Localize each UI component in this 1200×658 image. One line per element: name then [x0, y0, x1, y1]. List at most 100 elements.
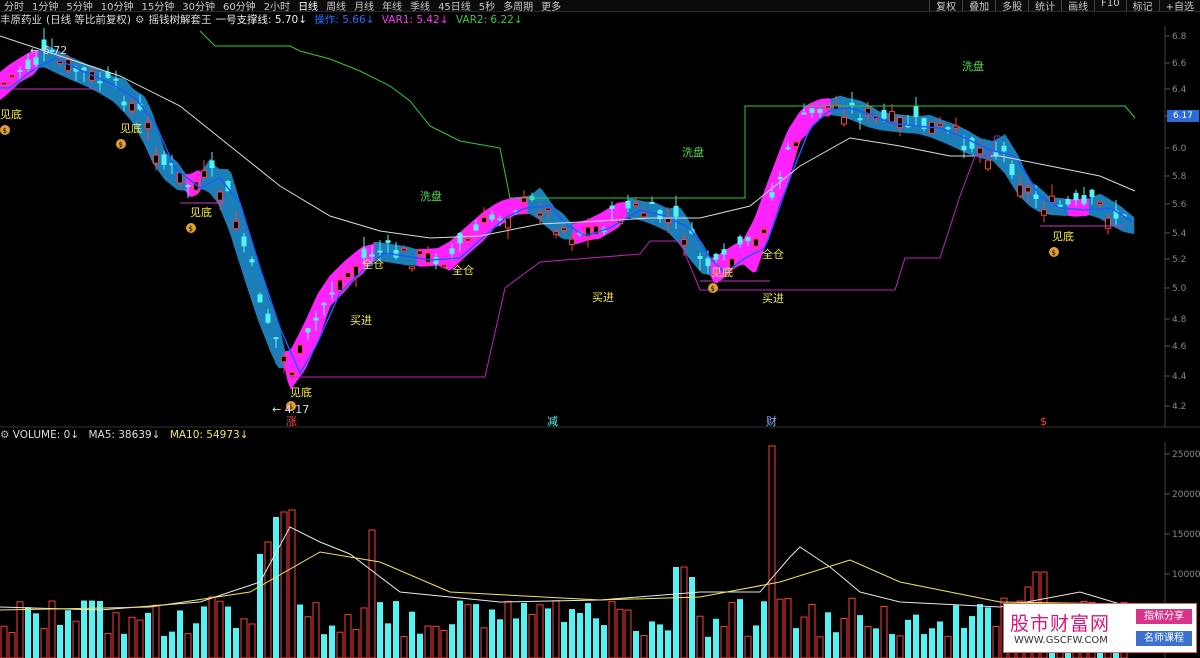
volume-bar [128, 616, 136, 658]
candle [449, 248, 455, 254]
toolbar-action[interactable]: 叠加 [962, 0, 995, 11]
period-tab[interactable]: 10分钟 [97, 0, 138, 11]
volume-bar [400, 636, 408, 658]
trend-band [935, 117, 940, 141]
candle [1081, 195, 1087, 204]
period-tab[interactable]: 5分钟 [62, 0, 96, 11]
period-tab[interactable]: 年线 [378, 0, 406, 11]
toolbar-action[interactable]: 复权 [929, 0, 962, 11]
volume-bar [264, 541, 272, 658]
trend-band [227, 168, 232, 236]
period-tab[interactable]: 更多 [537, 0, 565, 11]
volume-bar [33, 613, 39, 658]
candle [545, 207, 551, 211]
trend-band [821, 98, 826, 117]
trend-band [860, 100, 865, 126]
volume-bar [969, 616, 975, 658]
period-tab[interactable]: 日线 [294, 0, 322, 11]
candle [177, 172, 183, 184]
period-tab[interactable]: 月线 [350, 0, 378, 11]
event-marker: 财 [766, 414, 777, 428]
indicator-name[interactable]: 摇钱树解套王 [148, 14, 211, 26]
volume-bar [193, 623, 199, 658]
period-tab[interactable]: 多周期 [499, 0, 537, 11]
volume-bar [121, 633, 127, 658]
trend-band [5, 64, 10, 96]
toolbar-action[interactable]: 多股 [995, 0, 1028, 11]
volume-bar [177, 610, 183, 658]
trend-band [533, 189, 538, 219]
period-tab[interactable]: 季线 [406, 0, 434, 11]
toolbar-action[interactable]: 标记 [1125, 0, 1159, 11]
volume-bar [184, 633, 192, 658]
period-tab[interactable]: 周线 [322, 0, 350, 11]
volume-bar [848, 597, 856, 658]
trend-band [119, 77, 124, 112]
period-tab[interactable]: 45日线 [434, 0, 475, 11]
toolbar-action[interactable]: F10 [1094, 0, 1125, 11]
volume-bar [657, 624, 663, 658]
op-value: 操作: 5.66 [314, 14, 366, 26]
volume-ma10-line [0, 551, 1131, 611]
volume-bar [577, 613, 583, 658]
candle [9, 74, 15, 78]
period-tab[interactable]: 2小时 [260, 0, 294, 11]
trend-band [140, 93, 145, 144]
price-tick: 4.8 [1172, 315, 1187, 325]
settings-icon[interactable]: ⚙ [0, 429, 9, 441]
trend-band [761, 189, 766, 255]
watermark-tag-course: 名师课程 [1136, 631, 1192, 646]
volume-bar [825, 612, 831, 658]
candle [465, 238, 471, 242]
trend-band [917, 115, 922, 135]
toolbar-action[interactable]: 统计 [1028, 0, 1061, 11]
period-tab[interactable]: 1分钟 [28, 0, 62, 11]
volume-bar [720, 625, 728, 658]
volume-bar [536, 604, 544, 658]
trend-band [686, 216, 691, 260]
volume-bar [288, 509, 296, 658]
candle [1033, 194, 1039, 199]
period-tab[interactable]: 分时 [0, 0, 28, 11]
trend-band [1061, 198, 1066, 216]
period-tab[interactable]: 5秒 [475, 0, 499, 11]
period-tab[interactable]: 60分钟 [219, 0, 260, 11]
trend-band [311, 300, 316, 355]
stock-name[interactable]: 丰原药业 [0, 14, 42, 26]
trend-band [224, 169, 229, 228]
candle [625, 200, 631, 209]
candle [809, 108, 815, 113]
event-marker: 减 [547, 415, 558, 428]
trend-band [908, 115, 913, 134]
settings-icon[interactable]: ⚙ [135, 14, 144, 26]
volume-bar [761, 601, 767, 658]
volume-bar [889, 634, 895, 658]
candle [249, 259, 255, 263]
candle [1073, 192, 1079, 201]
toolbar-action[interactable]: 画线 [1061, 0, 1094, 11]
trend-band [269, 301, 274, 358]
candle [425, 252, 431, 263]
candle [769, 192, 775, 198]
period-tab[interactable]: 15分钟 [137, 0, 178, 11]
price-chart[interactable]: 6.86.66.46.26.05.85.65.45.25.04.84.64.44… [0, 26, 1200, 428]
candle [385, 240, 391, 244]
candle [681, 239, 687, 246]
toolbar-action[interactable]: +自选 [1158, 0, 1200, 11]
volume-bar [561, 621, 567, 658]
down-arrow-icon: ↓ [70, 429, 80, 441]
volume-bar [16, 601, 24, 658]
candle [945, 127, 951, 130]
price-tick: 4.6 [1172, 342, 1187, 352]
candle [665, 218, 671, 224]
down-arrow-icon: ↓ [513, 14, 523, 26]
period-tab[interactable]: 30分钟 [178, 0, 219, 11]
volume-bar [937, 621, 943, 658]
volume-bar [864, 625, 872, 658]
volume-bar [953, 605, 959, 658]
high-price-mark: ← 6.72 [30, 44, 67, 57]
trend-band [764, 181, 769, 247]
volume-bar [65, 610, 71, 658]
trend-band [785, 128, 790, 188]
volume-bar [233, 628, 239, 658]
